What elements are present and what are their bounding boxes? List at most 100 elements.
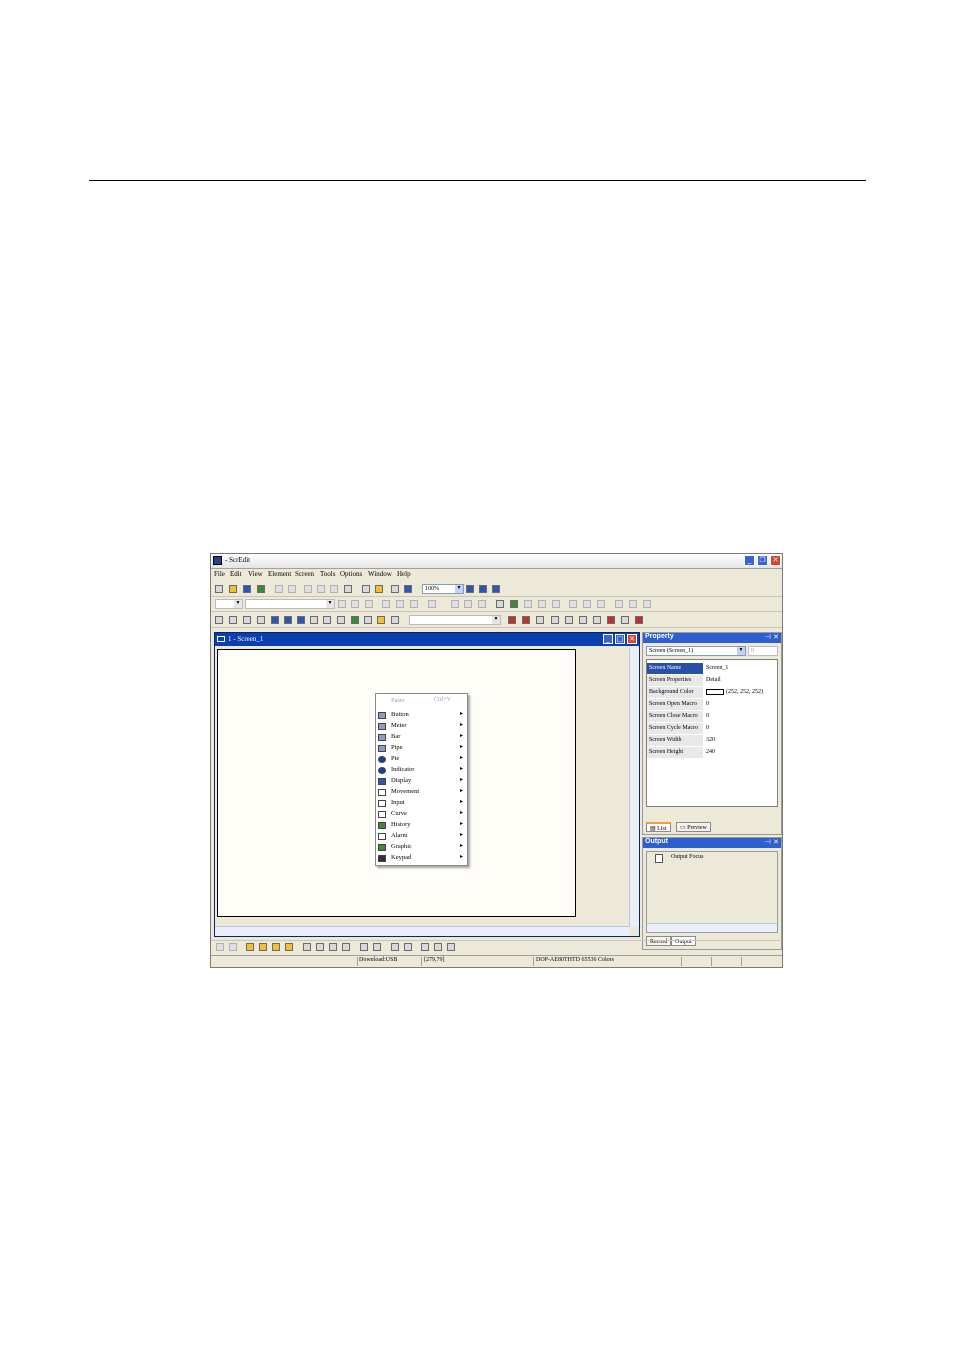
italic-icon[interactable]: [464, 600, 472, 608]
zoom-out-icon[interactable]: [479, 585, 487, 593]
font-size-combo[interactable]: ▼: [245, 599, 335, 609]
same-height-icon[interactable]: [434, 943, 442, 951]
property-index-stepper[interactable]: 0: [748, 646, 778, 656]
menu-window[interactable]: Window: [368, 570, 392, 578]
recipe-icon[interactable]: [536, 616, 544, 624]
menu-tools[interactable]: Tools: [320, 570, 335, 578]
redo-icon[interactable]: [288, 585, 296, 593]
pen-icon[interactable]: [496, 600, 504, 608]
context-item-indicator[interactable]: Indicator ▸: [376, 765, 467, 776]
display-element-icon[interactable]: [297, 616, 305, 624]
space-vertical-icon[interactable]: [404, 943, 412, 951]
zoom-combo[interactable]: 100% ▼: [422, 584, 464, 594]
child-minimize-button[interactable]: _: [603, 634, 613, 644]
align-middle-icon[interactable]: [396, 600, 404, 608]
menu-view[interactable]: View: [248, 570, 263, 578]
property-row[interactable]: Background Color (252, 252, 252): [647, 687, 777, 698]
vertical-scrollbar[interactable]: [629, 648, 639, 926]
tab-list[interactable]: ▤ List: [646, 822, 671, 832]
send-back-icon[interactable]: [569, 600, 577, 608]
space-horizontal-icon[interactable]: [391, 943, 399, 951]
tab-preview[interactable]: ▭ Preview: [676, 822, 711, 832]
front-icon[interactable]: [246, 943, 254, 951]
zoom-fit-icon[interactable]: [492, 585, 500, 593]
fill-icon[interactable]: [510, 600, 518, 608]
output-scrollbar[interactable]: [647, 923, 777, 932]
backward-layer-icon[interactable]: [285, 943, 293, 951]
pipe-element-icon[interactable]: [257, 616, 265, 624]
pin-close-icon[interactable]: ⊣ ✕: [765, 838, 779, 846]
horizontal-scrollbar[interactable]: [215, 926, 630, 936]
context-item-bar[interactable]: Bar ▸: [376, 732, 467, 743]
forward-icon[interactable]: [583, 600, 591, 608]
preview-icon[interactable]: [579, 616, 587, 624]
context-item-input[interactable]: Input ▸: [376, 798, 467, 809]
context-item-meter[interactable]: Meter ▸: [376, 721, 467, 732]
font-color-icon[interactable]: [428, 600, 436, 608]
history-element-icon[interactable]: [351, 616, 359, 624]
cut-icon[interactable]: [304, 585, 312, 593]
property-row[interactable]: Screen Cycle Macro 0: [647, 723, 777, 734]
back-icon[interactable]: [259, 943, 267, 951]
new-screen-icon[interactable]: [362, 585, 370, 593]
context-item-pie[interactable]: Pie ▸: [376, 754, 467, 765]
alarm-element-icon[interactable]: [364, 616, 372, 624]
property-row[interactable]: Screen Properties Detail: [647, 675, 777, 686]
pie-element-icon[interactable]: [271, 616, 279, 624]
download-icon[interactable]: [404, 585, 412, 593]
same-width-icon[interactable]: [421, 943, 429, 951]
element-combo[interactable]: ▼: [409, 615, 501, 625]
child-maximize-button[interactable]: □: [615, 634, 625, 644]
menu-options[interactable]: Options: [340, 570, 362, 578]
center-vertical-icon[interactable]: [373, 943, 381, 951]
minimize-button[interactable]: _: [744, 555, 755, 566]
property-row[interactable]: Screen Width 320: [647, 735, 777, 746]
online-sim-icon[interactable]: [621, 616, 629, 624]
save-icon[interactable]: [243, 585, 251, 593]
close-button[interactable]: ✕: [770, 555, 781, 566]
indicator-element-icon[interactable]: [284, 616, 292, 624]
button-element-icon[interactable]: [215, 616, 223, 624]
context-item-alarm[interactable]: Alarm ▸: [376, 831, 467, 842]
transfer-icon[interactable]: [593, 616, 601, 624]
menu-element[interactable]: Element: [268, 570, 291, 578]
menu-help[interactable]: Help: [397, 570, 411, 578]
curve-element-icon[interactable]: [337, 616, 345, 624]
property-row[interactable]: Screen Close Macro 0: [647, 711, 777, 722]
align-top-edge-icon[interactable]: [329, 943, 337, 951]
context-item-graphic[interactable]: Graphic ▸: [376, 842, 467, 853]
zoom-in-icon[interactable]: [466, 585, 474, 593]
grid-icon[interactable]: [643, 600, 651, 608]
forward-layer-icon[interactable]: [272, 943, 280, 951]
open-icon[interactable]: [229, 585, 237, 593]
offline-sim-icon[interactable]: [607, 616, 615, 624]
align-bottom-icon[interactable]: [410, 600, 418, 608]
bar-element-icon[interactable]: [243, 616, 251, 624]
context-item-movement[interactable]: Movement ▸: [376, 787, 467, 798]
property-selector[interactable]: Screen (Screen_1) ▼: [646, 646, 746, 656]
graphic-element-icon[interactable]: [377, 616, 385, 624]
menu-file[interactable]: File: [214, 570, 225, 578]
screen-list-icon[interactable]: [375, 585, 383, 593]
pin-close-icon[interactable]: ⊣ ✕: [765, 633, 779, 641]
center-horizontal-icon[interactable]: [360, 943, 368, 951]
align-top-icon[interactable]: [382, 600, 390, 608]
save-as-icon[interactable]: [257, 585, 265, 593]
restore-button[interactable]: ❐: [757, 555, 768, 566]
select-icon[interactable]: [216, 943, 224, 951]
find-icon[interactable]: [344, 585, 352, 593]
menu-edit[interactable]: Edit: [230, 570, 242, 578]
set-address-icon[interactable]: [508, 616, 516, 624]
align-right-edge-icon[interactable]: [316, 943, 324, 951]
backward-icon[interactable]: [597, 600, 605, 608]
font-combo[interactable]: ▼: [215, 599, 243, 609]
context-item-pipe[interactable]: Pipe ▸: [376, 743, 467, 754]
align-right-icon[interactable]: [365, 600, 373, 608]
context-paste-item[interactable]: Paste Ctrl+V: [376, 696, 467, 707]
group-icon[interactable]: [524, 600, 532, 608]
copy-icon[interactable]: [317, 585, 325, 593]
underline-icon[interactable]: [478, 600, 486, 608]
movement-element-icon[interactable]: [310, 616, 318, 624]
output-focus-item[interactable]: Output Focus: [671, 854, 704, 860]
undo-icon[interactable]: [275, 585, 283, 593]
